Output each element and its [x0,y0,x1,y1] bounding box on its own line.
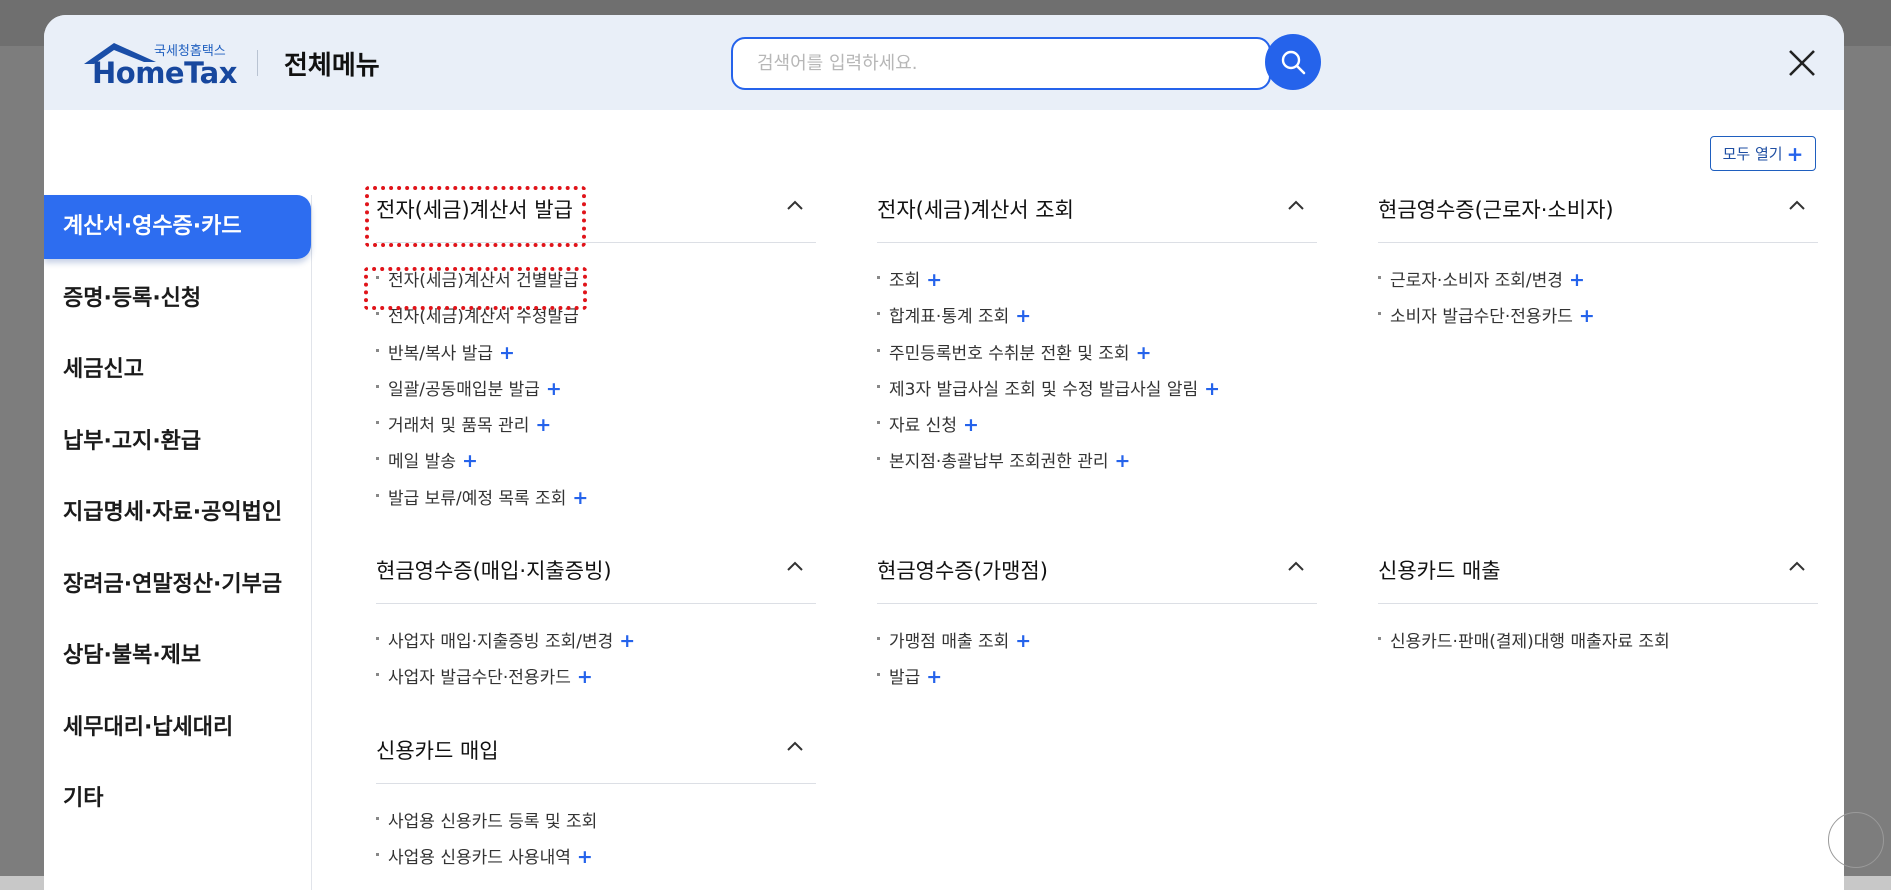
search-icon [1281,50,1306,75]
menu-link[interactable]: 자료 신청 + [877,411,1317,447]
menu-link[interactable]: 발급 + [877,663,1317,699]
menu-section: 전자(세금)계산서 조회 조회 + 합계표·통계 조회 + 주민등록번호 수취분 전… [877,177,1317,484]
section-header[interactable]: 신용카드 매출 [1378,538,1818,604]
sidebar-item-payment-statement[interactable]: 지급명세·자료·공익법인 [44,481,311,553]
menu-link[interactable]: 제3자 발급사실 조회 및 수정 발급사실 알림 + [877,375,1317,411]
menu-section: 전자(세금)계산서 발급 전자(세금)계산서 건별발급 전자(세금)계산서 수정… [376,177,816,520]
section-title: 현금영수증(가맹점) [877,559,1048,583]
sidebar-item-tax-agent[interactable]: 세무대리·납세대리 [44,696,311,768]
plus-icon[interactable]: + [577,666,593,688]
chevron-up-icon [787,741,803,751]
section-header[interactable]: 현금영수증(매입·지출증빙) [376,538,816,604]
plus-icon: + [1786,141,1804,166]
plus-icon[interactable]: + [1204,378,1220,400]
section-title: 신용카드 매입 [376,739,499,763]
section-title: 전자(세금)계산서 발급 [376,198,573,222]
menu-link[interactable]: 합계표·통계 조회 + [877,302,1317,338]
menu-link[interactable]: 사업용 신용카드 등록 및 조회 [376,807,816,843]
menu-section: 신용카드 매입 사업용 신용카드 등록 및 조회 사업용 신용카드 사용내역 + [376,718,816,880]
plus-icon[interactable]: + [1015,630,1031,652]
page-title: 전체메뉴 [284,51,380,81]
search-button[interactable] [1265,34,1321,90]
plus-icon[interactable]: + [926,269,942,291]
chevron-up-icon [787,561,803,571]
section-title: 현금영수증(매입·지출증빙) [376,559,612,583]
sidebar-item-invoice-receipt-card[interactable]: 계산서·영수증·카드 [44,195,311,259]
plus-icon[interactable]: + [1136,342,1152,364]
header-divider [257,50,258,76]
section-header[interactable]: 현금영수증(근로자·소비자) [1378,177,1818,243]
section-header[interactable]: 전자(세금)계산서 조회 [877,177,1317,243]
plus-icon[interactable]: + [963,414,979,436]
menu-section: 신용카드 매출 신용카드·판매(결제)대행 매출자료 조회 [1378,538,1818,663]
menu-link[interactable]: 조회 + [877,266,1317,302]
plus-icon[interactable]: + [1015,305,1031,327]
plus-icon[interactable]: + [462,450,478,472]
open-all-label: 모두 열기 [1722,145,1783,163]
hometax-logo[interactable]: 국세청홈택스 HomeTax [82,40,237,90]
menu-link[interactable]: 반복/복사 발급 + [376,339,816,375]
chevron-up-icon [1789,561,1805,571]
menu-section: 현금영수증(매입·지출증빙) 사업자 매입·지출증빙 조회/변경 + 사업자 발급… [376,538,816,700]
close-icon [1789,50,1815,76]
menu-section: 현금영수증(근로자·소비자) 근로자·소비자 조회/변경 + 소비자 발급수단·전… [1378,177,1818,339]
chevron-up-icon [1288,200,1304,210]
plus-icon[interactable]: + [1579,305,1595,327]
search-input[interactable] [731,37,1271,90]
menu-link[interactable]: 근로자·소비자 조회/변경 + [1378,266,1818,302]
menu-link[interactable]: 거래처 및 품목 관리 + [376,411,816,447]
plus-icon[interactable]: + [1115,450,1131,472]
category-sidebar: 계산서·영수증·카드 증명·등록·신청 세금신고 납부·고지·환급 지급명세·자… [44,195,312,890]
plus-icon[interactable]: + [535,414,551,436]
menu-link[interactable]: 전자(세금)계산서 건별발급 [376,266,816,302]
chevron-up-icon [787,200,803,210]
full-menu-modal: 국세청홈택스 HomeTax 전체메뉴 모두 열기 + 계산서·영수증·카드 증… [44,15,1844,890]
sidebar-item-tax-filing[interactable]: 세금신고 [44,338,311,410]
menu-link[interactable]: 메일 발송 + [376,447,816,483]
plus-icon[interactable]: + [577,846,593,868]
section-title: 현금영수증(근로자·소비자) [1378,198,1614,222]
menu-section: 현금영수증(가맹점) 가맹점 매출 조회 + 발급 + [877,538,1317,700]
close-button[interactable] [1784,45,1820,81]
menu-link[interactable]: 전자(세금)계산서 수정발급 [376,302,816,338]
menu-link[interactable]: 본지점·총괄납부 조회권한 관리 + [877,447,1317,483]
menu-link[interactable]: 사업용 신용카드 사용내역 + [376,843,816,879]
sidebar-item-etc[interactable]: 기타 [44,767,311,839]
menu-link[interactable]: 일괄/공동매입분 발급 + [376,375,816,411]
logo-text: HomeTax [92,56,237,90]
menu-link[interactable]: 사업자 매입·지출증빙 조회/변경 + [376,627,816,663]
sidebar-item-consultation-appeal[interactable]: 상담·불복·제보 [44,624,311,696]
modal-header: 국세청홈택스 HomeTax 전체메뉴 [44,15,1844,110]
section-header[interactable]: 신용카드 매입 [376,718,816,784]
section-title: 전자(세금)계산서 조회 [877,198,1074,222]
chevron-up-icon [1288,561,1304,571]
section-header[interactable]: 현금영수증(가맹점) [877,538,1317,604]
plus-icon[interactable]: + [619,630,635,652]
menu-link[interactable]: 소비자 발급수단·전용카드 + [1378,302,1818,338]
floating-button-outline [1828,812,1884,868]
sidebar-item-incentive-year-end[interactable]: 장려금·연말정산·기부금 [44,553,311,625]
plus-icon[interactable]: + [1569,269,1585,291]
menu-link[interactable]: 가맹점 매출 조회 + [877,627,1317,663]
menu-link[interactable]: 사업자 발급수단·전용카드 + [376,663,816,699]
plus-icon[interactable]: + [499,342,515,364]
plus-icon[interactable]: + [926,666,942,688]
chevron-up-icon [1789,200,1805,210]
sidebar-item-payment-refund[interactable]: 납부·고지·환급 [44,410,311,482]
section-header[interactable]: 전자(세금)계산서 발급 [376,177,816,243]
open-all-button[interactable]: 모두 열기 + [1710,136,1816,171]
menu-link[interactable]: 신용카드·판매(결제)대행 매출자료 조회 [1378,627,1818,663]
plus-icon[interactable]: + [572,487,588,509]
sidebar-item-certificate-registration[interactable]: 증명·등록·신청 [44,267,311,339]
plus-icon[interactable]: + [546,378,562,400]
menu-link[interactable]: 발급 보류/예정 목록 조회 + [376,484,816,520]
section-title: 신용카드 매출 [1378,559,1501,583]
menu-link[interactable]: 주민등록번호 수취분 전환 및 조회 + [877,339,1317,375]
